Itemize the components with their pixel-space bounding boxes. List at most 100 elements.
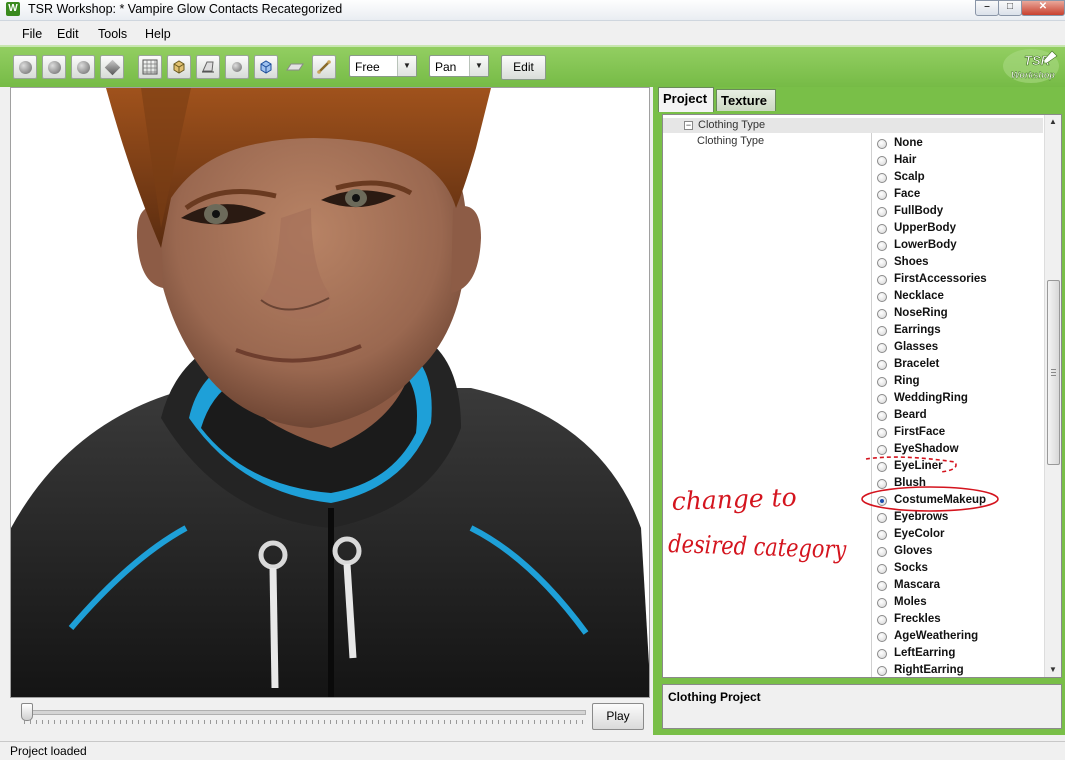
option-lowerbody[interactable]: LowerBody bbox=[875, 238, 1045, 255]
radio-button[interactable] bbox=[877, 462, 887, 472]
option-weddingring[interactable]: WeddingRing bbox=[875, 391, 1045, 408]
radio-button[interactable] bbox=[877, 360, 887, 370]
option-bracelet[interactable]: Bracelet bbox=[875, 357, 1045, 374]
option-costumemakeup[interactable]: CostumeMakeup bbox=[875, 493, 1045, 510]
radio-button[interactable] bbox=[877, 292, 887, 302]
radio-button[interactable] bbox=[877, 615, 887, 625]
radio-button[interactable] bbox=[877, 513, 887, 523]
option-firstaccessories[interactable]: FirstAccessories bbox=[875, 272, 1045, 289]
tab-project[interactable]: Project bbox=[658, 87, 714, 112]
option-necklace[interactable]: Necklace bbox=[875, 289, 1045, 306]
option-glasses[interactable]: Glasses bbox=[875, 340, 1045, 357]
option-mascara[interactable]: Mascara bbox=[875, 578, 1045, 595]
play-button[interactable]: Play bbox=[592, 703, 644, 730]
collapse-icon[interactable]: − bbox=[684, 121, 693, 130]
maximize-button[interactable]: □ bbox=[998, 0, 1022, 16]
option-eyeliner[interactable]: EyeLiner bbox=[875, 459, 1045, 476]
bounding-box-button[interactable] bbox=[167, 55, 191, 79]
radio-button[interactable] bbox=[877, 649, 887, 659]
menu-tools[interactable]: Tools bbox=[98, 27, 127, 41]
radio-button[interactable] bbox=[877, 326, 887, 336]
option-blush[interactable]: Blush bbox=[875, 476, 1045, 493]
option-eyeshadow[interactable]: EyeShadow bbox=[875, 442, 1045, 459]
radio-button[interactable] bbox=[877, 275, 887, 285]
scroll-down-icon[interactable]: ▼ bbox=[1045, 663, 1061, 677]
radio-button[interactable] bbox=[877, 394, 887, 404]
option-label: EyeShadow bbox=[894, 443, 959, 455]
option-eyebrows[interactable]: Eyebrows bbox=[875, 510, 1045, 527]
sphere-view-button-2[interactable] bbox=[42, 55, 66, 79]
radio-button[interactable] bbox=[877, 547, 887, 557]
option-earrings[interactable]: Earrings bbox=[875, 323, 1045, 340]
sphere-view-button-1[interactable] bbox=[13, 55, 37, 79]
plane-button[interactable] bbox=[283, 55, 307, 79]
radio-button[interactable] bbox=[877, 156, 887, 166]
option-eyecolor[interactable]: EyeColor bbox=[875, 527, 1045, 544]
bone-tool-button[interactable] bbox=[312, 55, 336, 79]
bone-icon bbox=[317, 60, 331, 74]
option-label: Blush bbox=[894, 477, 926, 489]
tab-texture[interactable]: Texture bbox=[716, 89, 776, 111]
menu-file[interactable]: File bbox=[22, 27, 42, 41]
radio-button[interactable] bbox=[877, 581, 887, 591]
option-rightearring[interactable]: RightEarring bbox=[875, 663, 1045, 677]
option-none[interactable]: None bbox=[875, 136, 1045, 153]
minimize-button[interactable]: – bbox=[975, 0, 999, 16]
option-scalp[interactable]: Scalp bbox=[875, 170, 1045, 187]
option-leftearring[interactable]: LeftEarring bbox=[875, 646, 1045, 663]
option-shoes[interactable]: Shoes bbox=[875, 255, 1045, 272]
close-button[interactable]: ✕ bbox=[1021, 0, 1065, 16]
option-beard[interactable]: Beard bbox=[875, 408, 1045, 425]
radio-button[interactable] bbox=[877, 445, 887, 455]
radio-button[interactable] bbox=[877, 258, 887, 268]
option-face[interactable]: Face bbox=[875, 187, 1045, 204]
radio-button[interactable] bbox=[877, 241, 887, 251]
radio-button[interactable] bbox=[877, 598, 887, 608]
option-hair[interactable]: Hair bbox=[875, 153, 1045, 170]
option-gloves[interactable]: Gloves bbox=[875, 544, 1045, 561]
radio-button[interactable] bbox=[877, 224, 887, 234]
radio-button[interactable] bbox=[877, 564, 887, 574]
floor-toggle-button[interactable] bbox=[196, 55, 220, 79]
window-title: TSR Workshop: * Vampire Glow Contacts Re… bbox=[28, 2, 343, 16]
radio-button[interactable] bbox=[877, 377, 887, 387]
radio-button[interactable] bbox=[877, 666, 887, 676]
radio-button[interactable] bbox=[877, 343, 887, 353]
option-firstface[interactable]: FirstFace bbox=[875, 425, 1045, 442]
option-nosering[interactable]: NoseRing bbox=[875, 306, 1045, 323]
grid-toggle-button[interactable] bbox=[138, 55, 162, 79]
scroll-up-icon[interactable]: ▲ bbox=[1045, 115, 1061, 129]
radio-button[interactable] bbox=[877, 496, 887, 506]
option-ring[interactable]: Ring bbox=[875, 374, 1045, 391]
radio-button[interactable] bbox=[877, 190, 887, 200]
radio-button[interactable] bbox=[877, 428, 887, 438]
diamond-view-button[interactable] bbox=[100, 55, 124, 79]
option-upperbody[interactable]: UpperBody bbox=[875, 221, 1045, 238]
3d-viewport[interactable] bbox=[10, 87, 650, 698]
edit-button[interactable]: Edit bbox=[501, 55, 546, 80]
menu-help[interactable]: Help bbox=[145, 27, 171, 41]
option-freckles[interactable]: Freckles bbox=[875, 612, 1045, 629]
menu-edit[interactable]: Edit bbox=[57, 27, 79, 41]
shading-button[interactable] bbox=[225, 55, 249, 79]
radio-button[interactable] bbox=[877, 479, 887, 489]
timeline-slider-thumb[interactable] bbox=[21, 703, 33, 721]
timeline-track[interactable] bbox=[24, 710, 586, 715]
radio-button[interactable] bbox=[877, 309, 887, 319]
option-socks[interactable]: Socks bbox=[875, 561, 1045, 578]
radio-button[interactable] bbox=[877, 207, 887, 217]
radio-button[interactable] bbox=[877, 173, 887, 183]
option-moles[interactable]: Moles bbox=[875, 595, 1045, 612]
radio-button[interactable] bbox=[877, 530, 887, 540]
option-ageweathering[interactable]: AgeWeathering bbox=[875, 629, 1045, 646]
wireframe-button[interactable] bbox=[254, 55, 278, 79]
camera-mode-select[interactable]: Free ▼ bbox=[349, 55, 417, 77]
sphere-view-button-3[interactable] bbox=[71, 55, 95, 79]
option-fullbody[interactable]: FullBody bbox=[875, 204, 1045, 221]
nav-mode-select[interactable]: Pan ▼ bbox=[429, 55, 489, 77]
scroll-thumb[interactable] bbox=[1047, 280, 1060, 465]
vertical-scrollbar[interactable]: ▲ ▼ bbox=[1044, 115, 1061, 677]
radio-button[interactable] bbox=[877, 139, 887, 149]
radio-button[interactable] bbox=[877, 632, 887, 642]
radio-button[interactable] bbox=[877, 411, 887, 421]
